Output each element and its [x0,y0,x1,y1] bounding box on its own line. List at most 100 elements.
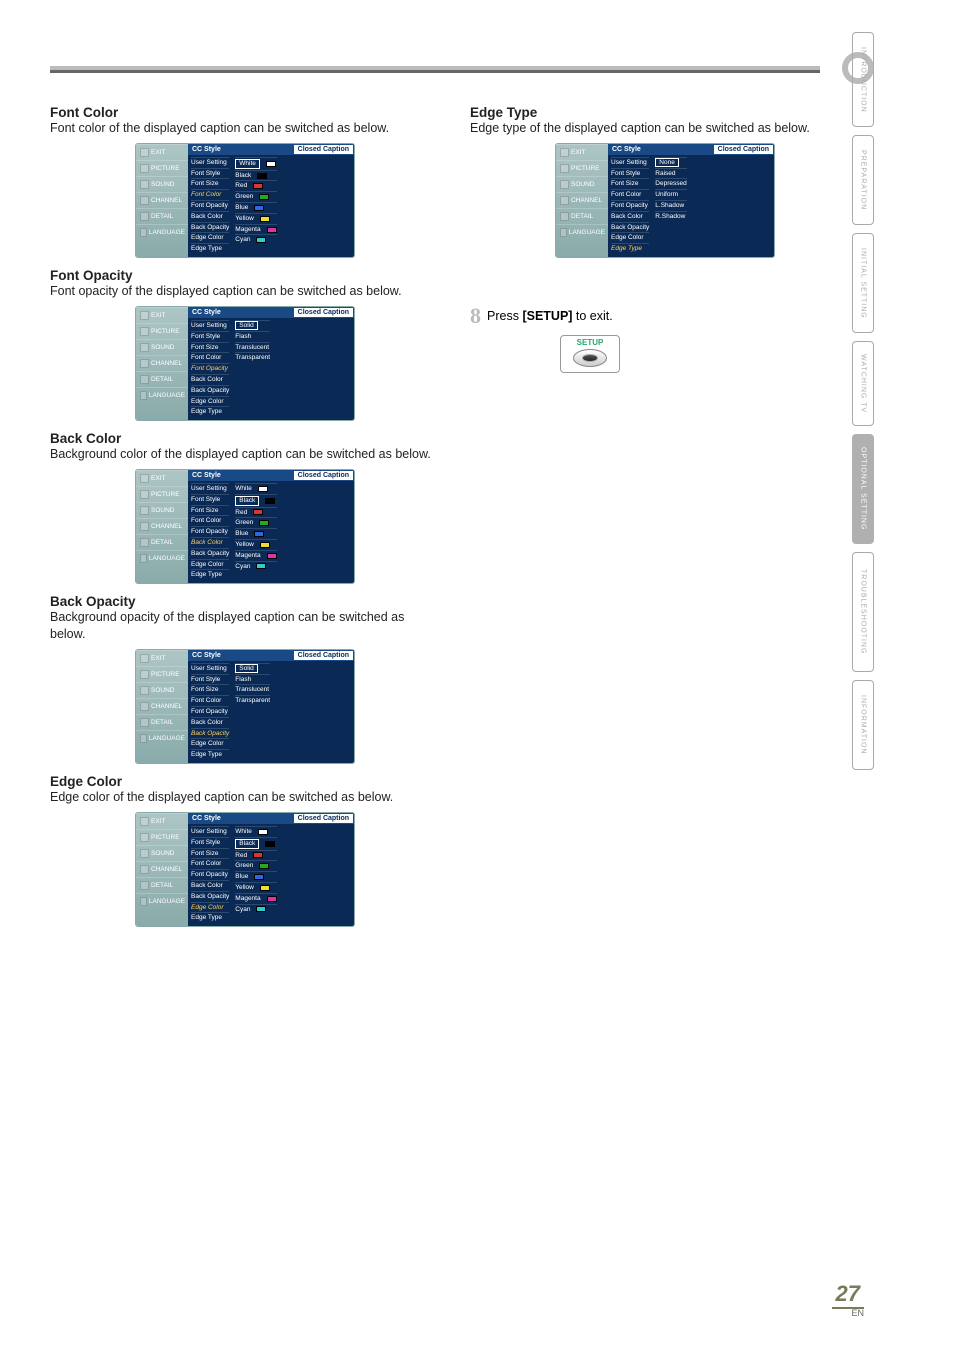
opt-red[interactable]: Red [235,850,276,860]
side-tab-troubleshooting[interactable]: TROUBLESHOOTING [852,552,874,672]
item-font-style[interactable]: Font Style [191,674,229,684]
item-edge-type[interactable]: Edge Type [191,749,229,759]
item-back-opacity[interactable]: Back Opacity [191,728,229,738]
side-tab-information[interactable]: INFORMATION [852,680,874,770]
opt-rshadow[interactable]: R.Shadow [655,211,686,221]
item-back-color[interactable]: Back Color [191,374,229,384]
item-back-opacity[interactable]: Back Opacity [191,548,229,558]
opt-white[interactable]: White [235,157,276,169]
item-edge-type[interactable]: Edge Type [191,912,229,922]
opt-red[interactable]: Red [235,180,276,190]
item-user-setting[interactable]: User Setting [191,663,229,673]
item-font-style[interactable]: Font Style [191,331,229,341]
opt-blue[interactable]: Blue [235,871,276,881]
opt-flash[interactable]: Flash [235,331,270,341]
item-font-opacity[interactable]: Font Opacity [611,200,649,210]
opt-lshadow[interactable]: L.Shadow [655,200,686,210]
item-edge-color[interactable]: Edge Color [191,738,229,748]
nav-language[interactable]: LANGUAGE [136,550,188,566]
item-user-setting[interactable]: User Setting [191,826,229,836]
item-back-color[interactable]: Back Color [191,537,229,547]
nav-channel[interactable]: CHANNEL [136,355,188,371]
nav-detail[interactable]: DETAIL [136,371,188,387]
nav-picture[interactable]: PICTURE [136,323,188,339]
nav-sound[interactable]: SOUND [136,502,188,518]
item-edge-type[interactable]: Edge Type [191,406,229,416]
nav-language[interactable]: LANGUAGE [136,730,188,746]
item-font-opacity[interactable]: Font Opacity [191,706,229,716]
opt-blue[interactable]: Blue [235,202,276,212]
item-font-opacity[interactable]: Font Opacity [191,526,229,536]
nav-language[interactable]: LANGUAGE [556,224,608,240]
opt-cyan[interactable]: Cyan [235,561,276,571]
item-font-size[interactable]: Font Size [191,505,229,515]
item-back-opacity[interactable]: Back Opacity [191,222,229,232]
item-back-color[interactable]: Back Color [611,211,649,221]
item-font-opacity[interactable]: Font Opacity [191,869,229,879]
opt-green[interactable]: Green [235,517,276,527]
nav-picture[interactable]: PICTURE [136,829,188,845]
item-edge-color[interactable]: Edge Color [191,396,229,406]
item-edge-type[interactable]: Edge Type [611,243,649,253]
item-back-color[interactable]: Back Color [191,211,229,221]
opt-cyan[interactable]: Cyan [235,904,276,914]
nav-detail[interactable]: DETAIL [136,534,188,550]
item-edge-type[interactable]: Edge Type [191,243,229,253]
item-edge-color[interactable]: Edge Color [191,902,229,912]
nav-sound[interactable]: SOUND [136,682,188,698]
opt-raised[interactable]: Raised [655,168,686,178]
nav-picture[interactable]: PICTURE [136,666,188,682]
nav-exit[interactable]: EXIT [136,650,188,666]
item-font-opacity[interactable]: Font Opacity [191,363,229,373]
opt-none[interactable]: None [655,157,686,167]
opt-depressed[interactable]: Depressed [655,178,686,188]
nav-picture[interactable]: PICTURE [556,160,608,176]
nav-channel[interactable]: CHANNEL [556,192,608,208]
nav-detail[interactable]: DETAIL [136,877,188,893]
opt-yellow[interactable]: Yellow [235,213,276,223]
item-user-setting[interactable]: User Setting [611,157,649,167]
nav-channel[interactable]: CHANNEL [136,192,188,208]
opt-translucent[interactable]: Translucent [235,684,270,694]
nav-exit[interactable]: EXIT [136,813,188,829]
nav-exit[interactable]: EXIT [136,144,188,160]
nav-picture[interactable]: PICTURE [136,486,188,502]
item-font-style[interactable]: Font Style [191,837,229,847]
item-back-color[interactable]: Back Color [191,880,229,890]
item-edge-type[interactable]: Edge Type [191,569,229,579]
item-font-style[interactable]: Font Style [611,168,649,178]
item-font-color[interactable]: Font Color [191,695,229,705]
nav-sound[interactable]: SOUND [136,339,188,355]
item-back-color[interactable]: Back Color [191,717,229,727]
nav-channel[interactable]: CHANNEL [136,518,188,534]
item-font-size[interactable]: Font Size [191,684,229,694]
opt-white[interactable]: White [235,826,276,836]
item-font-size[interactable]: Font Size [191,342,229,352]
opt-red[interactable]: Red [235,507,276,517]
item-edge-color[interactable]: Edge Color [611,232,649,242]
item-edge-color[interactable]: Edge Color [191,232,229,242]
nav-sound[interactable]: SOUND [136,176,188,192]
opt-uniform[interactable]: Uniform [655,189,686,199]
item-font-style[interactable]: Font Style [191,168,229,178]
opt-green[interactable]: Green [235,191,276,201]
opt-solid[interactable]: Solid [235,663,270,673]
item-font-color[interactable]: Font Color [191,189,229,199]
item-font-color[interactable]: Font Color [191,858,229,868]
opt-black[interactable]: Black [235,837,276,849]
item-back-opacity[interactable]: Back Opacity [191,891,229,901]
nav-sound[interactable]: SOUND [136,845,188,861]
opt-yellow[interactable]: Yellow [235,539,276,549]
nav-exit[interactable]: EXIT [556,144,608,160]
nav-detail[interactable]: DETAIL [556,208,608,224]
opt-yellow[interactable]: Yellow [235,882,276,892]
nav-language[interactable]: LANGUAGE [136,893,188,909]
opt-blue[interactable]: Blue [235,528,276,538]
nav-sound[interactable]: SOUND [556,176,608,192]
item-edge-color[interactable]: Edge Color [191,559,229,569]
item-font-color[interactable]: Font Color [191,352,229,362]
item-back-opacity[interactable]: Back Opacity [611,222,649,232]
opt-white[interactable]: White [235,483,276,493]
item-font-color[interactable]: Font Color [611,189,649,199]
opt-black[interactable]: Black [235,494,276,506]
